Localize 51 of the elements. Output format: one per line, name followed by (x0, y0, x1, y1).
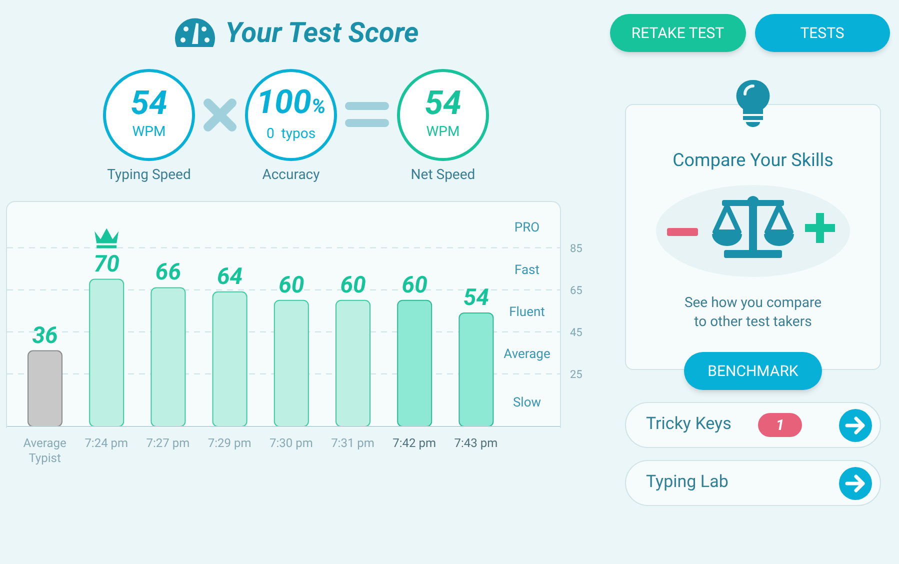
card-title: Compare Your Skills (672, 149, 834, 173)
category-label: 7:29 pm (206, 436, 252, 452)
score-value: 100% (256, 84, 326, 124)
multiply-icon (203, 98, 237, 132)
speedometer-icon (173, 18, 218, 48)
score-label: Typing Speed (107, 166, 191, 184)
category-label: 7:31 pm (330, 436, 376, 452)
band-label: Fast (514, 262, 540, 278)
category-label: Average Typist (22, 436, 68, 466)
card-description: See how you compare to other test takers (684, 294, 822, 332)
page-title: Your Test Score (225, 15, 419, 51)
link-label: Tricky Keys (646, 413, 732, 436)
category-label: 7:24 pm (84, 436, 130, 452)
score-value: 54 (424, 86, 462, 122)
link-row[interactable]: Tricky Keys 1 (625, 402, 881, 448)
link-row[interactable]: Typing Lab (625, 460, 881, 506)
arrow-right-icon (839, 408, 872, 442)
link-label: Typing Lab (646, 471, 730, 494)
value-label: 60 (340, 271, 366, 298)
score-unit: WPM (132, 123, 166, 142)
band-label: Fluent (509, 304, 545, 320)
score-unit: WPM (426, 123, 460, 142)
retake-test-button[interactable]: RETAKE TEST (610, 14, 746, 52)
band-label: Average (504, 346, 550, 362)
category-label: 7:30 pm (268, 436, 314, 452)
score-value: 54 (130, 86, 168, 122)
band-label: Slow (512, 395, 542, 410)
value-label: 60 (402, 271, 428, 298)
score-label: Net Speed (410, 166, 476, 184)
count-badge: 1 (758, 413, 802, 437)
arrow-right-icon (839, 466, 872, 500)
category-label: 7:27 pm (145, 436, 191, 452)
value-label: 36 (32, 322, 58, 349)
category-label: 7:42 pm (392, 436, 438, 452)
value-label: 64 (217, 262, 243, 290)
value-label: 54 (463, 284, 489, 311)
score-unit: 0 typos (266, 124, 316, 144)
tick-label: 45 (570, 326, 582, 339)
band-label: PRO (514, 220, 540, 236)
crown-icon (94, 228, 119, 248)
tick-label: 65 (570, 284, 582, 297)
score-label: Accuracy (262, 166, 320, 184)
value-label: 66 (155, 258, 181, 286)
category-label: 7:43 pm (453, 436, 499, 452)
tests-button[interactable]: TESTS (754, 14, 890, 52)
tick-label: 25 (570, 368, 582, 381)
value-label: 60 (278, 271, 304, 298)
equals-icon (345, 100, 389, 130)
tick-label: 85 (570, 242, 582, 255)
value-label: 70 (94, 250, 120, 278)
benchmark-button[interactable]: BENCHMARK (684, 352, 822, 390)
